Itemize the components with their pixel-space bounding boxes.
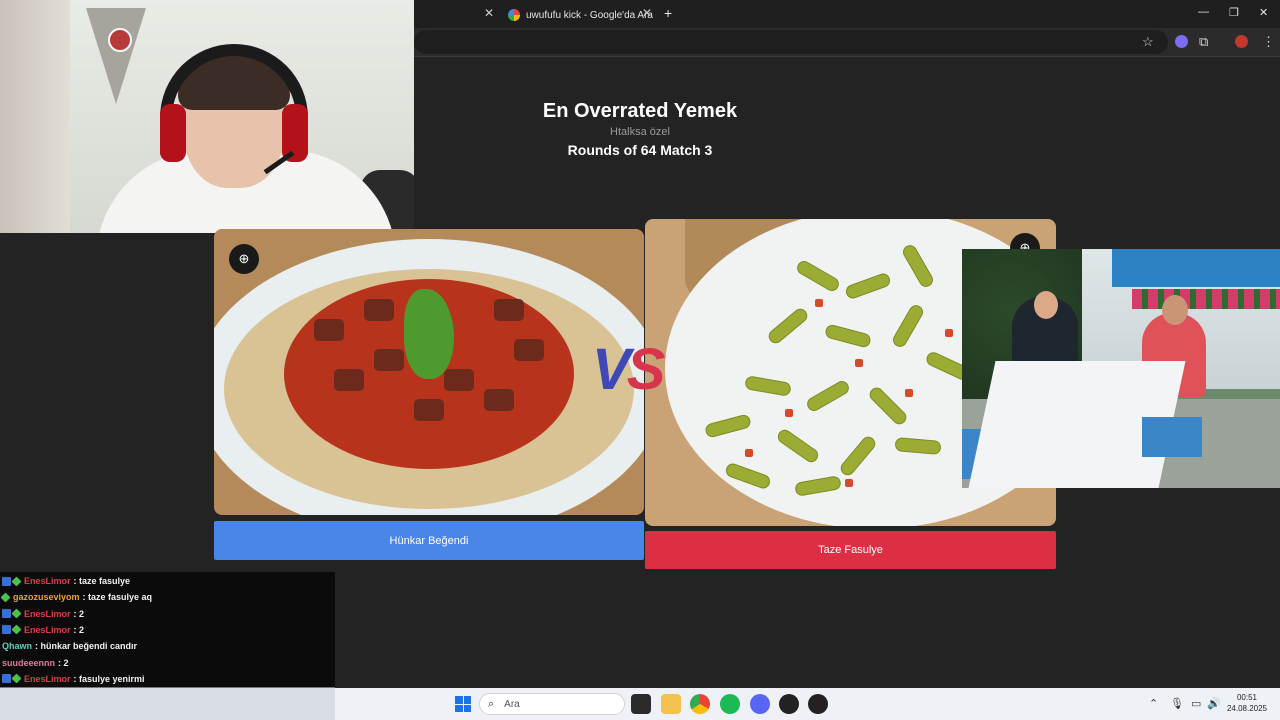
chat-text: : 2 bbox=[73, 624, 85, 635]
chat-username[interactable]: EnesLimor bbox=[24, 576, 71, 586]
chat-text: : hünkar beğendi candır bbox=[35, 641, 138, 652]
clock-time: 00:51 bbox=[1236, 693, 1258, 702]
verified-badge-icon bbox=[0, 592, 11, 603]
tab-close-button[interactable]: ✕ bbox=[484, 6, 494, 20]
discord-icon[interactable] bbox=[750, 694, 770, 714]
verified-badge-icon bbox=[11, 673, 22, 684]
chat-message: EnesLimor: 2 bbox=[2, 622, 84, 638]
verified-badge-icon bbox=[11, 624, 22, 635]
verified-badge-icon bbox=[11, 608, 22, 619]
chat-username[interactable]: EnesLimor bbox=[24, 625, 71, 635]
chrome-icon[interactable] bbox=[690, 694, 710, 714]
toolbar-divider bbox=[414, 56, 1280, 57]
verified-badge-icon bbox=[11, 576, 22, 586]
bookmark-star-icon[interactable]: ☆ bbox=[1142, 34, 1154, 50]
tab-title: uwufufu kick - Google'da Ara bbox=[526, 9, 653, 21]
app-icon[interactable] bbox=[808, 694, 828, 714]
pennant-flag bbox=[86, 8, 146, 104]
maximize-button[interactable]: ❐ bbox=[1229, 6, 1239, 19]
guest-camera bbox=[962, 249, 1280, 488]
streamer-webcam bbox=[0, 0, 414, 233]
pennant-badge-icon bbox=[108, 28, 132, 52]
subscriber-badge-icon bbox=[2, 576, 11, 586]
g-app-icon[interactable] bbox=[779, 694, 799, 714]
subscriber-badge-icon bbox=[2, 674, 11, 684]
task-view-icon[interactable] bbox=[631, 694, 651, 714]
chat-message: suudeeennn: 2 bbox=[2, 655, 69, 671]
profile-avatar-icon[interactable] bbox=[1235, 35, 1248, 48]
speaker-icon[interactable]: 🔊 bbox=[1207, 697, 1221, 710]
tray-chevron-icon[interactable]: ⌃ bbox=[1149, 697, 1158, 710]
chat-text: : 2 bbox=[73, 608, 85, 619]
google-favicon-icon bbox=[508, 9, 520, 21]
extension-icon[interactable] bbox=[1175, 35, 1188, 48]
search-placeholder: Ara bbox=[504, 698, 520, 710]
chat-message: EnesLimor: taze fasulye bbox=[2, 573, 130, 589]
monitor-icon[interactable]: ▭ bbox=[1191, 697, 1201, 710]
windows-start-icon[interactable] bbox=[455, 696, 471, 712]
close-window-button[interactable]: ✕ bbox=[1259, 6, 1268, 19]
extensions-puzzle-icon[interactable]: ⧉ bbox=[1199, 34, 1208, 50]
chat-username[interactable]: Qhawn bbox=[2, 641, 32, 651]
round-info: Rounds of 64 Match 3 bbox=[567, 142, 713, 158]
chat-message: Qhawn: hünkar beğendi candır bbox=[2, 638, 137, 654]
microphone-icon[interactable]: 🎙 bbox=[1170, 697, 1184, 710]
chat-text: : taze fasulye bbox=[73, 576, 131, 586]
taskbar-clock[interactable]: 00:51 24.08.2025 bbox=[1222, 692, 1272, 714]
subscriber-badge-icon bbox=[2, 609, 11, 619]
chat-username[interactable]: gazozuseviyom bbox=[13, 592, 80, 602]
chat-username[interactable]: suudeeennn bbox=[2, 658, 55, 668]
choose-left-button[interactable]: Hünkar Beğendi bbox=[214, 521, 644, 560]
chat-text: : 2 bbox=[58, 657, 69, 668]
chat-text: : taze fasulye aq bbox=[82, 592, 153, 603]
address-bar[interactable] bbox=[414, 30, 1168, 54]
vs-s: S bbox=[626, 337, 666, 402]
vs-label: VS bbox=[592, 336, 666, 403]
zoom-left-icon[interactable]: ⊕ bbox=[229, 244, 259, 274]
chat-message: EnesLimor: fasulye yenirmi bbox=[2, 671, 145, 687]
vs-v: V bbox=[592, 337, 631, 402]
chat-username[interactable]: EnesLimor bbox=[24, 609, 71, 619]
choose-right-button[interactable]: Taze Fasulye bbox=[645, 531, 1056, 569]
spotify-icon[interactable] bbox=[720, 694, 740, 714]
tab-close-button[interactable]: ✕ bbox=[642, 6, 652, 20]
chat-message: EnesLimor: 2 bbox=[2, 606, 84, 622]
page-title: En Overrated Yemek bbox=[542, 100, 738, 122]
subscriber-badge-icon bbox=[2, 625, 11, 635]
clock-date: 24.08.2025 bbox=[1226, 704, 1268, 713]
browser-menu-icon[interactable]: ⋮ bbox=[1262, 34, 1275, 50]
search-icon: ⌕ bbox=[488, 697, 495, 710]
page-subtitle: Htalksa özel bbox=[610, 126, 670, 138]
chat-text: : fasulye yenirmi bbox=[73, 673, 145, 684]
minimize-button[interactable]: — bbox=[1198, 6, 1209, 18]
chat-username[interactable]: EnesLimor bbox=[24, 674, 71, 684]
new-tab-button[interactable]: + bbox=[664, 5, 672, 21]
tab-google-search[interactable]: uwufufu kick - Google'da Ara bbox=[508, 4, 653, 26]
taskbar-left-region bbox=[0, 688, 335, 720]
choice-left-image[interactable]: ⊕ bbox=[214, 229, 644, 515]
file-explorer-icon[interactable] bbox=[661, 694, 681, 714]
chat-message: gazozuseviyom: taze fasulye aq bbox=[0, 589, 153, 605]
taskbar-search[interactable]: ⌕ Ara bbox=[479, 693, 625, 715]
